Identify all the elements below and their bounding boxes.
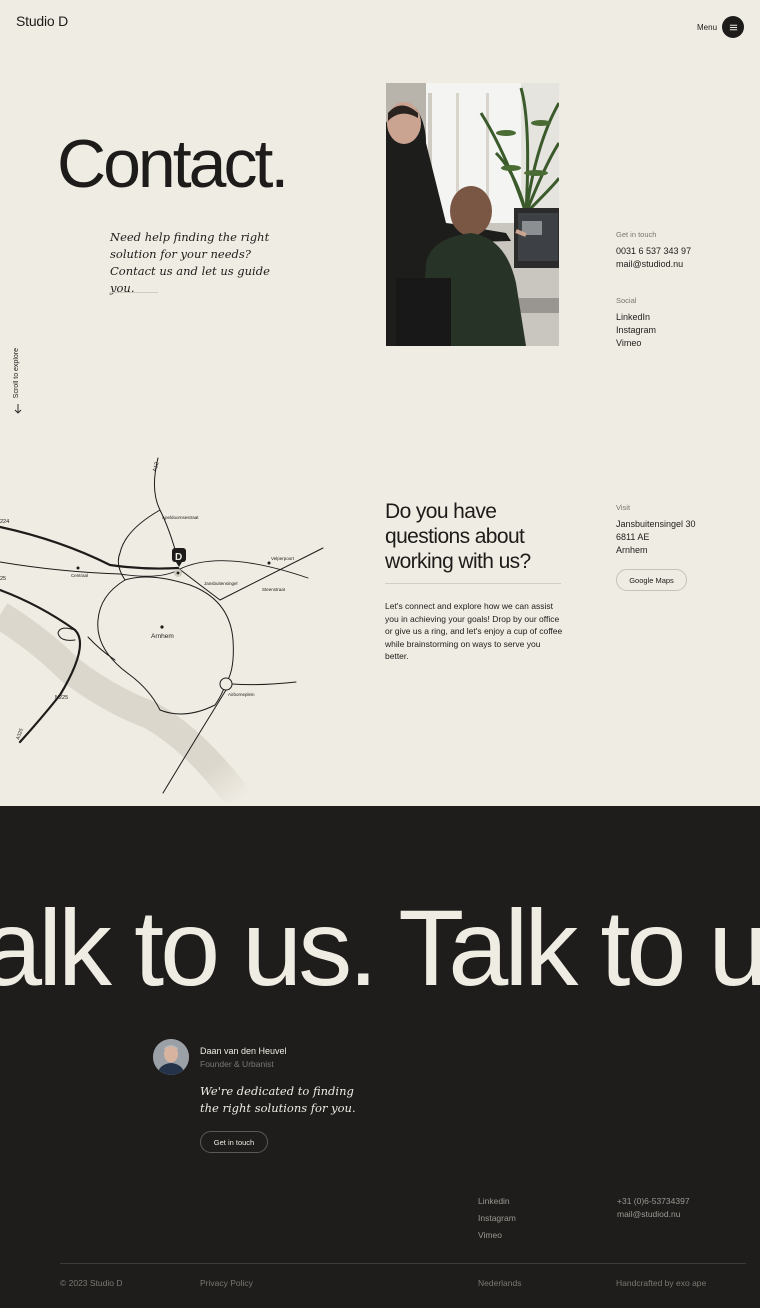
social-link-instagram[interactable]: Instagram	[616, 324, 656, 337]
map-marker-label: D	[175, 552, 182, 563]
footer-email-link[interactable]: mail@studiod.nu	[617, 1209, 680, 1219]
footer-link-linkedin[interactable]: Linkedin	[478, 1196, 510, 1206]
map-label: Velperpoort	[271, 556, 295, 561]
google-maps-button[interactable]: Google Maps	[616, 569, 687, 591]
map-label: Airborneplein	[228, 692, 255, 697]
section-text: Let's connect and explore how we can ass…	[385, 601, 563, 662]
office-photo	[386, 83, 559, 346]
menu-button[interactable]	[722, 16, 744, 38]
email-link[interactable]: mail@studiod.nu	[616, 258, 683, 271]
language-switch[interactable]: Nederlands	[478, 1278, 521, 1288]
get-in-touch-label: Get in touch	[616, 230, 657, 239]
arrow-down-icon	[14, 404, 22, 414]
social-link-vimeo[interactable]: Vimeo	[616, 337, 641, 350]
address-line: Jansbuitensingel 30	[616, 519, 696, 529]
location-map[interactable]: A12 224 Apeldoornsestraat Velperpoort Ce…	[0, 452, 330, 809]
scroll-indicator[interactable]: Scroll to explore	[9, 348, 29, 418]
map-label: Centraal	[71, 573, 88, 578]
section-heading: Do you have questions about working with…	[385, 500, 531, 573]
visit-label: Visit	[616, 503, 631, 512]
map-label: Steenstraat	[262, 587, 286, 592]
office-photo-illustration	[386, 83, 559, 346]
menu-label[interactable]: Menu	[697, 23, 717, 32]
map-label: 25	[0, 576, 6, 582]
divider	[110, 292, 158, 293]
copyright: © 2023 Studio D	[60, 1278, 123, 1288]
map-label: N225	[55, 695, 68, 701]
map-label: Apeldoornsestraat	[162, 515, 199, 520]
map-label: A12	[152, 462, 160, 473]
social-link-linkedin[interactable]: LinkedIn	[616, 311, 650, 324]
privacy-policy-link[interactable]: Privacy Policy	[200, 1278, 253, 1288]
footer-phone-link[interactable]: +31 (0)6-53734397	[617, 1196, 690, 1206]
person-role: Founder & Urbanist	[200, 1059, 274, 1069]
social-label: Social	[616, 296, 637, 305]
avatar	[153, 1039, 189, 1075]
map-label: Arnhem	[151, 633, 174, 640]
divider	[60, 1263, 746, 1264]
get-in-touch-button[interactable]: Get in touch	[200, 1131, 268, 1153]
footer-link-instagram[interactable]: Instagram	[478, 1213, 516, 1223]
map-drawing: A12 224 Apeldoornsestraat Velperpoort Ce…	[0, 457, 324, 809]
avatar-portrait	[153, 1039, 189, 1075]
page-title: Contact.	[57, 126, 289, 202]
hamburger-icon	[729, 24, 737, 30]
address-line: Arnhem	[616, 545, 648, 555]
footer: alk to us. Talk to us Daan van den Heuve…	[0, 806, 760, 1308]
scroll-label: Scroll to explore	[13, 348, 20, 399]
logo[interactable]: Studio D	[16, 13, 68, 29]
intro-text: Need help finding the right solution for…	[110, 230, 270, 295]
divider	[385, 583, 561, 584]
address-line: 6811 AE	[616, 532, 650, 542]
credit-link[interactable]: Handcrafted by exo ape	[616, 1278, 706, 1288]
quote: We're dedicated to finding the right sol…	[200, 1084, 356, 1115]
map-label: Jansbuitensingel	[204, 581, 238, 586]
phone-link[interactable]: 0031 6 537 343 97	[616, 245, 691, 258]
map-label: 224	[0, 519, 9, 525]
footer-link-vimeo[interactable]: Vimeo	[478, 1230, 502, 1240]
marquee-text: alk to us. Talk to us	[0, 887, 760, 1008]
person-name: Daan van den Heuvel	[200, 1046, 287, 1056]
